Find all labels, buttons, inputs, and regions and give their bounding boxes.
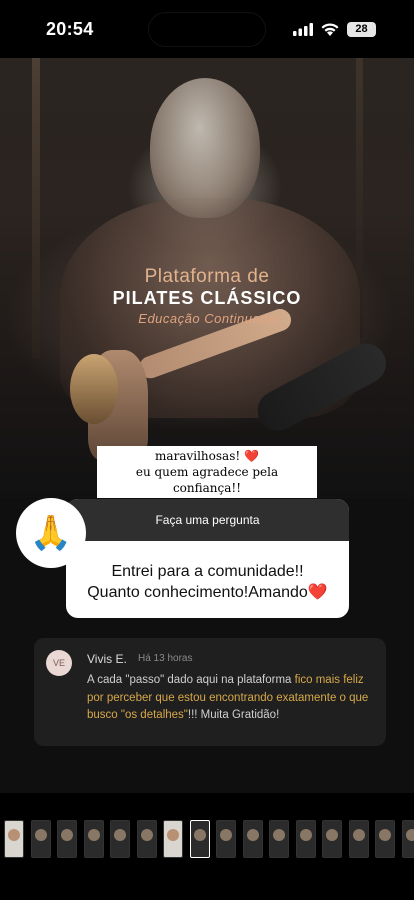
story-thumbnail[interactable] bbox=[216, 820, 236, 858]
story-thumbnail[interactable] bbox=[83, 820, 104, 858]
brand-line-1: Plataforma de bbox=[144, 266, 270, 287]
brand-line-2: PILATES CLÁSSICO bbox=[112, 288, 302, 308]
story-thumbnail[interactable] bbox=[189, 820, 210, 858]
question-sticker[interactable]: Faça uma pergunta Entrei para a comunida… bbox=[66, 499, 349, 618]
story-viewer[interactable]: Plataforma de PILATES CLÁSSICO Educação … bbox=[0, 58, 414, 793]
praying-hands-icon: 🙏 bbox=[16, 498, 86, 568]
story-photo: Plataforma de PILATES CLÁSSICO Educação … bbox=[0, 58, 414, 498]
question-header: Faça uma pergunta bbox=[66, 499, 349, 541]
story-thumbnail[interactable] bbox=[242, 820, 263, 858]
story-thumbnail[interactable] bbox=[269, 820, 289, 858]
comment-text: A cada "passo" dado aqui na plataforma f… bbox=[87, 672, 377, 725]
story-thumbnail[interactable] bbox=[163, 820, 183, 858]
comment-text-part-1: A cada "passo" dado aqui na plataforma bbox=[87, 674, 295, 686]
story-thumbnail[interactable] bbox=[30, 820, 51, 858]
story-caption: maravilhosas! ❤️ eu quem agradece pela c… bbox=[97, 446, 317, 498]
comment-author: Vivis E. bbox=[87, 652, 127, 666]
story-thumbnail-strip bbox=[4, 820, 414, 860]
caption-line-1: maravilhosas! ❤️ bbox=[155, 449, 259, 463]
student-hair bbox=[70, 354, 118, 424]
story-thumbnail[interactable] bbox=[136, 820, 157, 858]
brand-line-3: Educação Continuada bbox=[138, 311, 276, 326]
story-thumbnail[interactable] bbox=[110, 820, 130, 858]
story-thumbnail[interactable] bbox=[4, 820, 24, 858]
avatar: VE bbox=[46, 650, 72, 676]
answer-line-1: Entrei para a comunidade!! bbox=[111, 563, 304, 580]
story-thumbnail[interactable] bbox=[401, 820, 414, 858]
comment-time: Há 13 horas bbox=[138, 653, 193, 664]
story-thumbnail[interactable] bbox=[57, 820, 77, 858]
clock: 20:54 bbox=[46, 19, 94, 39]
story-thumbnail[interactable] bbox=[322, 820, 342, 858]
story-thumbnail[interactable] bbox=[295, 820, 316, 858]
question-answer: Entrei para a comunidade!! Quanto conhec… bbox=[66, 541, 349, 603]
comment-card: VE Vivis E. Há 13 horas A cada "passo" d… bbox=[34, 638, 386, 746]
story-thumbnail[interactable] bbox=[375, 820, 395, 858]
cellular-signal-icon bbox=[293, 23, 313, 36]
answer-line-2: Quanto conhecimento!Amando❤️ bbox=[87, 584, 328, 601]
battery-icon: 28 bbox=[347, 22, 376, 37]
wifi-icon bbox=[321, 23, 339, 36]
comment-text-part-2: !!! Muita Gratidão! bbox=[187, 709, 280, 721]
story-thumbnail[interactable] bbox=[348, 820, 369, 858]
instructor-head bbox=[150, 78, 260, 218]
caption-line-2: eu quem agradece pela confiança!! bbox=[135, 465, 279, 495]
dynamic-island bbox=[148, 12, 266, 47]
status-bar: 20:54 28 bbox=[0, 0, 414, 58]
